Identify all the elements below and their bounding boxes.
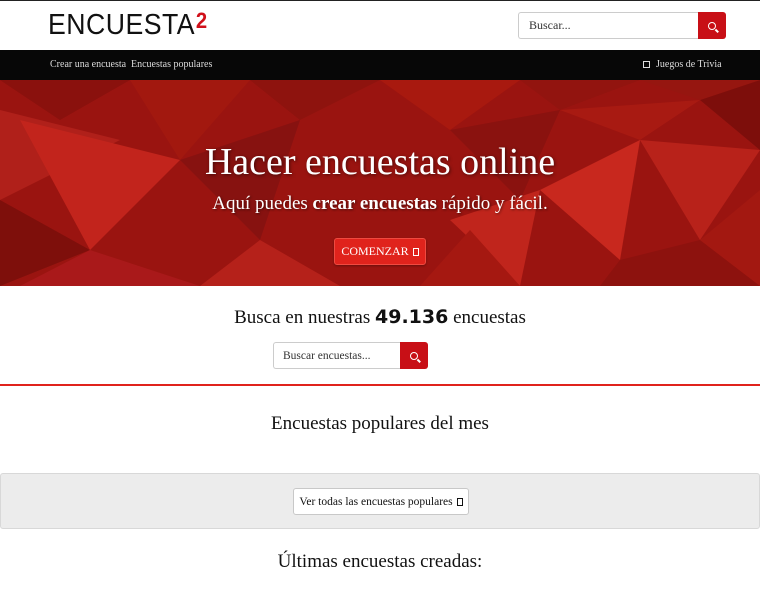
nav-trivia-games[interactable]: Juegos de Trivia — [643, 59, 722, 70]
arrow-icon — [412, 248, 419, 256]
gamepad-icon — [643, 61, 650, 68]
header-search — [518, 12, 726, 39]
logo-superscript: 2 — [195, 8, 208, 33]
site-header: ENCUESTA2 — [0, 0, 760, 50]
hero-subtitle-post: rápido y fácil. — [436, 193, 548, 214]
view-all-label: Ver todas las encuestas populares — [299, 495, 453, 508]
arrow-icon — [456, 497, 463, 506]
start-button[interactable]: COMENZAR — [334, 238, 426, 265]
site-logo[interactable]: ENCUESTA2 — [48, 8, 208, 42]
search-heading-pre: Busca en nuestras — [234, 307, 375, 328]
search-icon — [708, 22, 716, 30]
logo-text: ENCUESTA — [48, 9, 195, 41]
nav-popular-polls[interactable]: Encuestas populares — [131, 59, 212, 70]
header-search-input[interactable] — [518, 12, 698, 39]
search-icon — [410, 352, 418, 360]
poll-search-input[interactable] — [273, 342, 400, 369]
view-all-popular-button[interactable]: Ver todas las encuestas populares — [293, 488, 469, 515]
nav-create-poll[interactable]: Crear una encuesta — [50, 59, 126, 70]
start-button-label: COMENZAR — [341, 244, 409, 258]
hero-banner: Hacer encuestas online Aquí puedes crear… — [0, 80, 760, 286]
main-nav: Crear una encuesta Encuestas populares J… — [0, 50, 760, 80]
hero-subtitle-pre: Aquí puedes — [212, 193, 313, 214]
popular-polls-bar: Ver todas las encuestas populares — [0, 473, 760, 529]
hero-subtitle: Aquí puedes crear encuestas rápido y fác… — [0, 193, 760, 215]
poll-count: 49.136 — [375, 306, 449, 328]
popular-section-title: Encuestas populares del mes — [271, 413, 489, 434]
poll-search-button[interactable] — [400, 342, 428, 369]
poll-search-section: Busca en nuestras 49.136 encuestas — [0, 286, 760, 386]
hero-subtitle-bold: crear encuestas — [312, 193, 437, 214]
poll-search-box — [273, 342, 428, 369]
search-heading-post: encuestas — [448, 307, 526, 328]
latest-section-title: Últimas encuestas creadas: — [277, 551, 483, 572]
header-search-button[interactable] — [698, 12, 726, 39]
nav-trivia-label: Juegos de Trivia — [656, 59, 722, 70]
hero-title: Hacer encuestas online — [204, 141, 556, 183]
poll-search-heading: Busca en nuestras 49.136 encuestas — [0, 306, 760, 329]
